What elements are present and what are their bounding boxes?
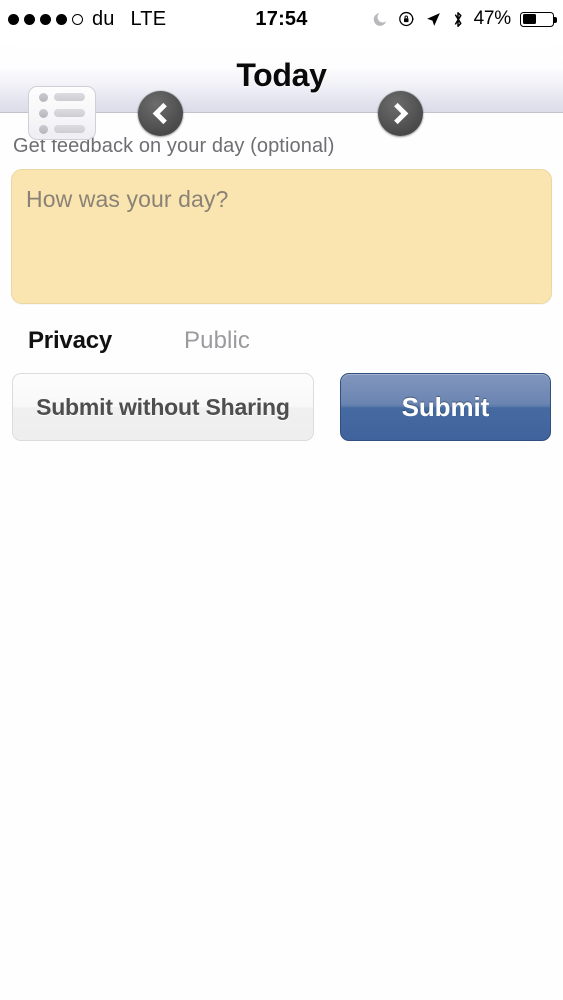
status-bar-right: 47% [372, 8, 563, 30]
status-bar: du LTE 17:54 47% [0, 0, 563, 38]
list-menu-button[interactable] [28, 86, 96, 140]
privacy-row[interactable]: Privacy Public [11, 304, 552, 373]
action-button-row: Submit without Sharing Submit [11, 373, 552, 441]
network-type: LTE [130, 7, 167, 30]
next-day-button[interactable] [378, 91, 423, 136]
list-icon-row [39, 108, 85, 118]
submit-button[interactable]: Submit [339, 373, 551, 441]
chevron-left-icon [152, 102, 174, 125]
battery-percentage: 47% [473, 8, 512, 29]
status-bar-left: du LTE [0, 8, 166, 31]
carrier-name: du [92, 7, 115, 30]
chevron-right-icon [387, 102, 409, 125]
privacy-label: Privacy [28, 327, 113, 354]
bluetooth-icon [451, 10, 465, 29]
signal-strength-icon [8, 13, 83, 25]
app-screen: du LTE 17:54 47% Today Get feedback on y… [0, 0, 563, 1000]
main-content: Get feedback on your day (optional) How … [0, 113, 563, 441]
list-icon-row [39, 124, 85, 134]
feedback-textarea[interactable]: How was your day? [11, 169, 552, 304]
previous-day-button[interactable] [138, 91, 183, 136]
submit-without-sharing-button[interactable]: Submit without Sharing [12, 373, 314, 441]
location-arrow-icon [425, 11, 442, 28]
privacy-value: Public [184, 327, 250, 354]
battery-icon [520, 11, 557, 27]
list-icon-row [39, 92, 85, 102]
feedback-placeholder-text: How was your day? [26, 186, 229, 212]
rotation-lock-icon [398, 10, 416, 28]
navigation-bar: Today [0, 38, 563, 140]
moon-icon [372, 11, 389, 28]
